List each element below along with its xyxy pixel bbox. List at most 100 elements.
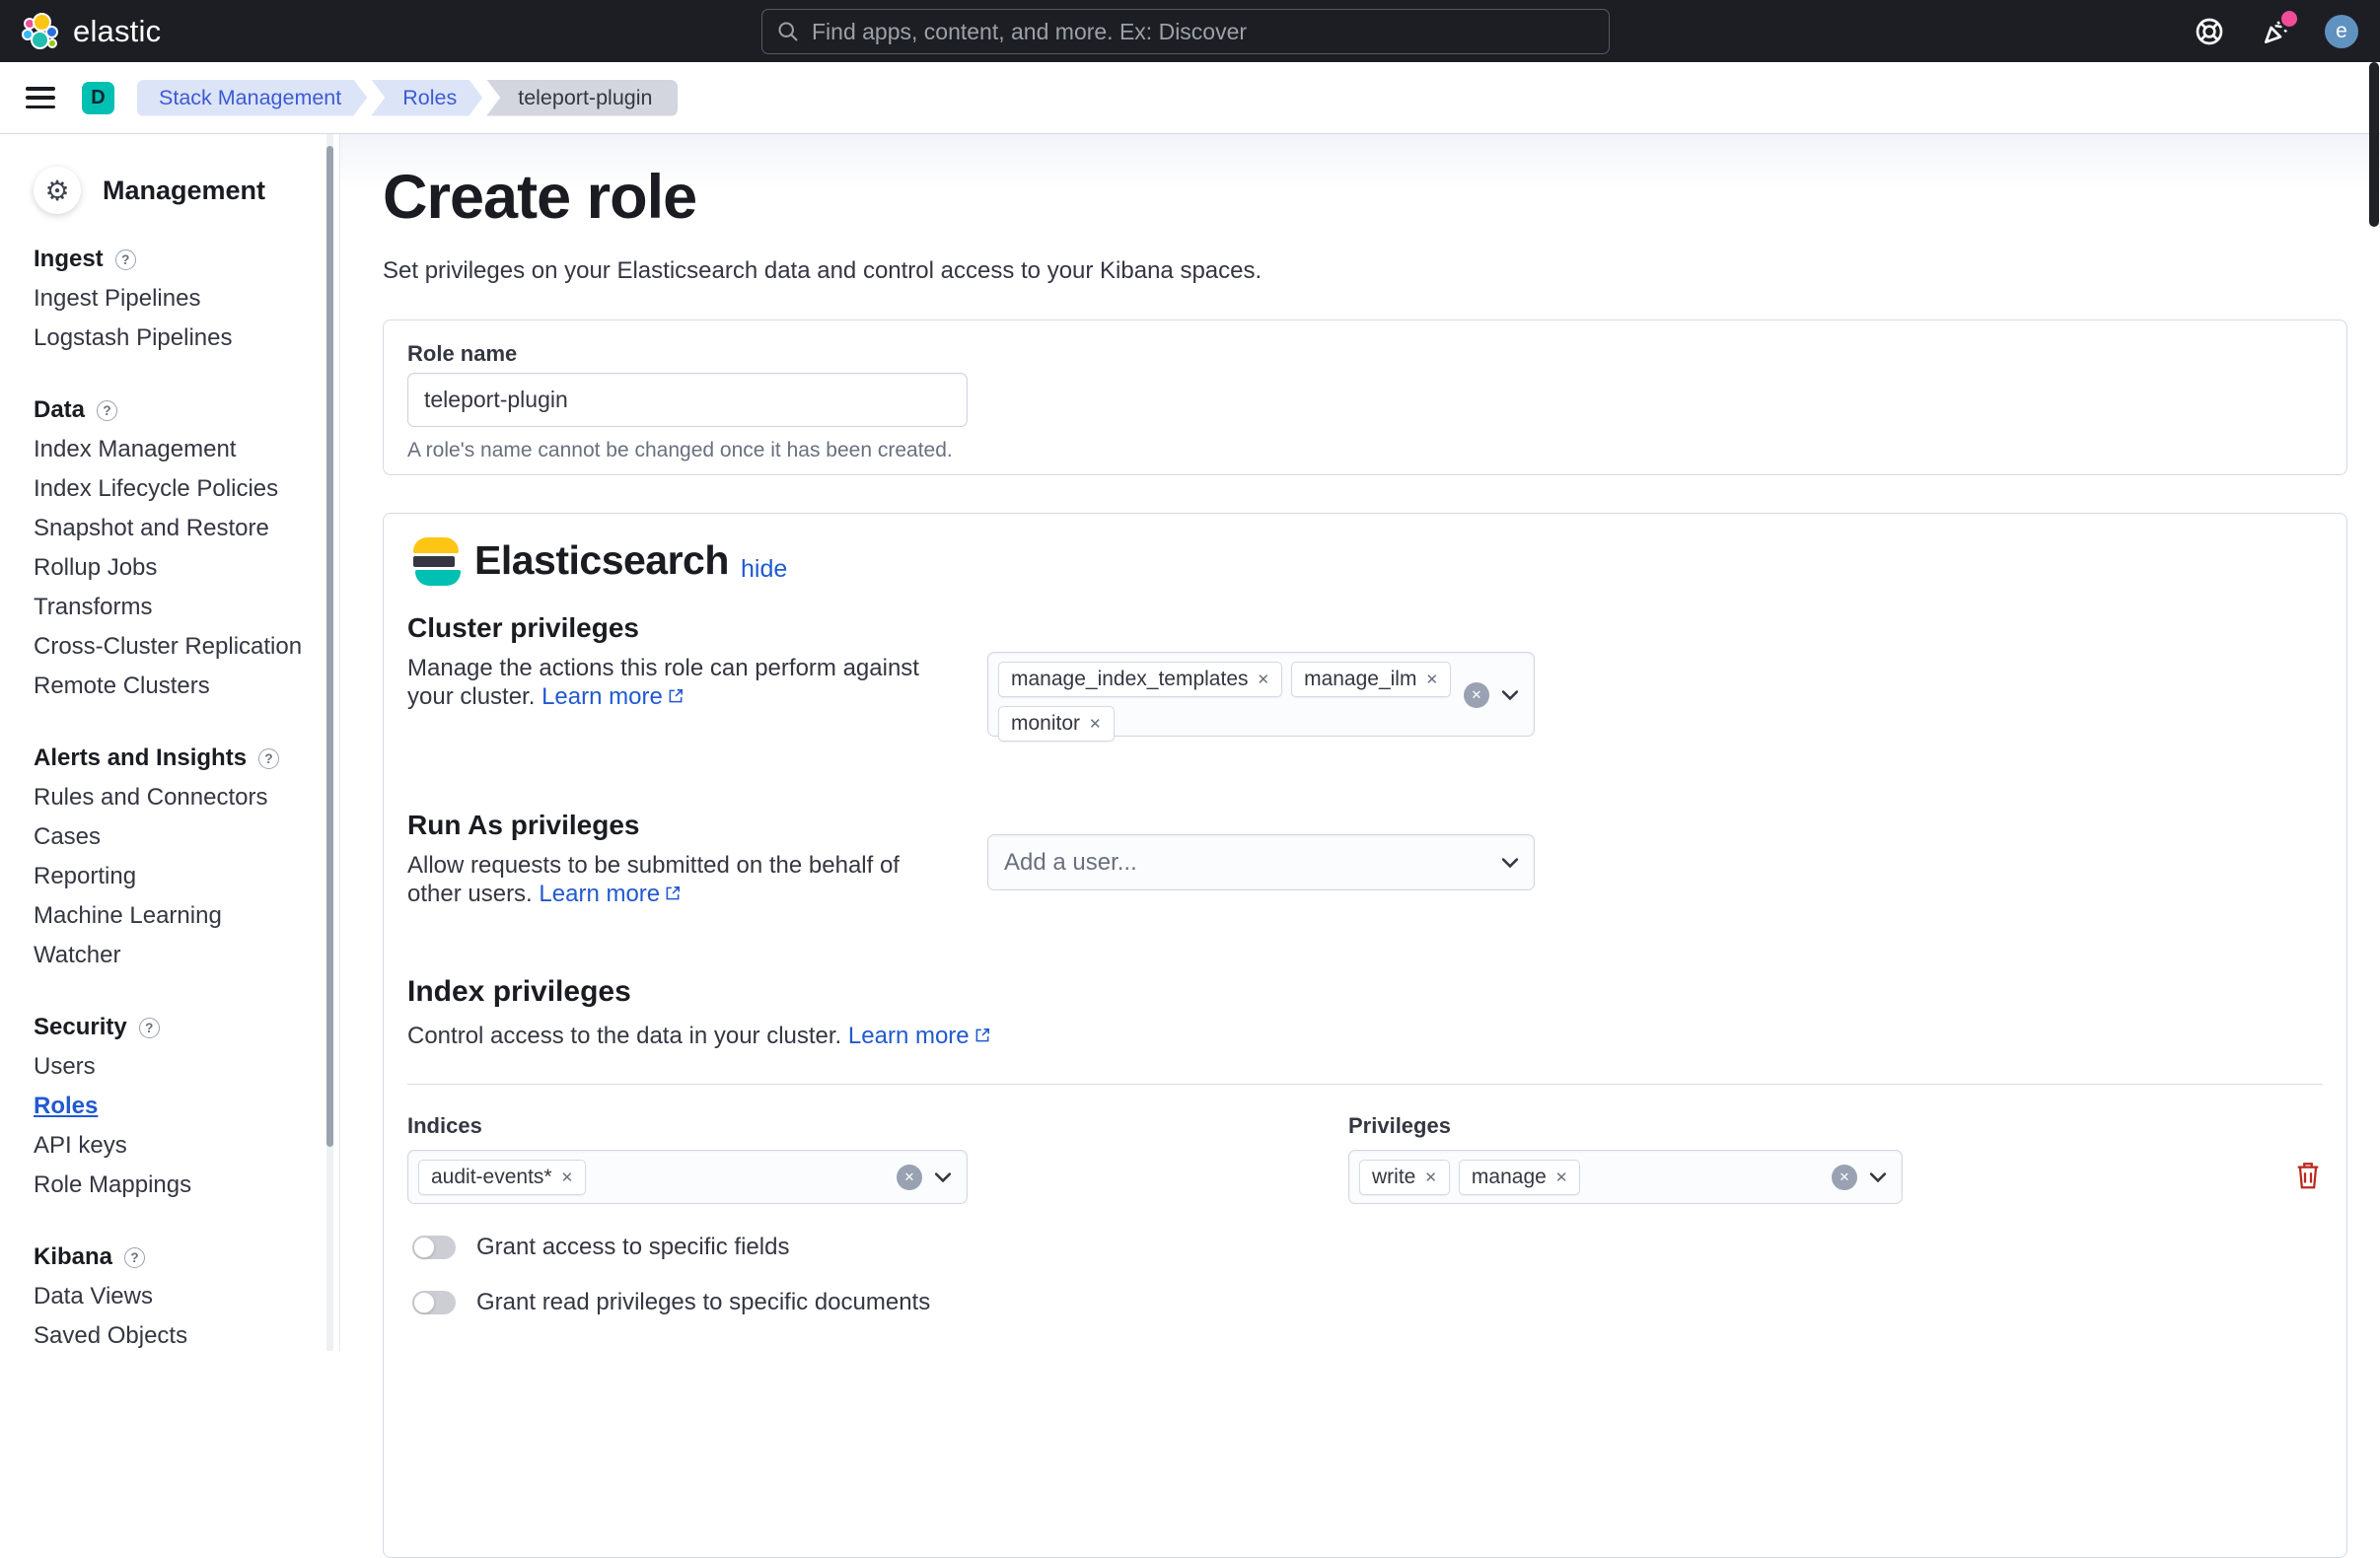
sidebar-item-rules-and-connectors[interactable]: Rules and Connectors xyxy=(34,778,315,817)
help-icon[interactable] xyxy=(2191,13,2228,50)
delete-index-privilege-icon[interactable] xyxy=(2293,1160,2323,1191)
remove-chip-icon[interactable]: ✕ xyxy=(561,1168,574,1186)
hide-link[interactable]: hide xyxy=(741,555,787,584)
grant-docs-toggle[interactable] xyxy=(412,1291,456,1314)
global-search-input[interactable] xyxy=(812,19,1595,45)
external-link-icon xyxy=(664,885,682,902)
indices-combobox[interactable]: audit-events*✕ ✕ xyxy=(407,1150,968,1204)
sidebar-item-cases[interactable]: Cases xyxy=(34,817,315,857)
chevron-down-icon[interactable] xyxy=(1867,1167,1889,1188)
page-subtitle: Set privileges on your Elasticsearch dat… xyxy=(383,257,1262,285)
cluster-privileges-combobox[interactable]: manage_index_templates✕ manage_ilm✕ moni… xyxy=(987,652,1535,737)
sidebar-title: Management xyxy=(103,176,265,206)
brand-name: elastic xyxy=(73,14,161,49)
top-app-bar: elastic xyxy=(0,0,2380,62)
external-link-icon xyxy=(974,1027,991,1044)
breadcrumb-roles[interactable]: Roles xyxy=(371,80,482,116)
clear-selection-icon[interactable]: ✕ xyxy=(1464,682,1489,708)
run-as-placeholder: Add a user... xyxy=(988,849,1499,877)
space-avatar[interactable]: D xyxy=(82,82,114,114)
role-name-input[interactable] xyxy=(407,373,968,427)
clear-selection-icon[interactable]: ✕ xyxy=(1832,1165,1857,1190)
sidebar-item-api-keys[interactable]: API keys xyxy=(34,1126,315,1166)
external-link-icon xyxy=(667,687,685,705)
sidebar-item-logstash-pipelines[interactable]: Logstash Pipelines xyxy=(34,319,315,358)
chip-manage-ilm[interactable]: manage_ilm✕ xyxy=(1291,662,1451,697)
sidebar-item-saved-objects[interactable]: Saved Objects xyxy=(34,1316,315,1356)
sidebar-item-roles[interactable]: Roles xyxy=(34,1087,315,1126)
gear-icon: ⚙ xyxy=(34,167,81,214)
chevron-down-icon[interactable] xyxy=(1499,852,1521,874)
privileges-label: Privileges xyxy=(1348,1113,1451,1139)
sidebar-item-users[interactable]: Users xyxy=(34,1047,315,1087)
help-circle-icon[interactable]: ? xyxy=(258,748,279,769)
remove-chip-icon[interactable]: ✕ xyxy=(1555,1168,1568,1186)
run-as-combobox[interactable]: Add a user... xyxy=(987,834,1535,890)
elastic-brand[interactable]: elastic xyxy=(0,13,161,50)
nav-section-security: Security ? xyxy=(34,1008,315,1047)
sidebar-item-cross-cluster-replication[interactable]: Cross-Cluster Replication xyxy=(34,627,315,667)
newsfeed-icon[interactable] xyxy=(2258,13,2295,50)
user-avatar[interactable]: e xyxy=(2325,15,2358,48)
index-privileges-description: Control access to the data in your clust… xyxy=(407,1022,1295,1050)
breadcrumb: Stack Management Roles teleport-plugin xyxy=(137,80,678,116)
nav-section-kibana: Kibana ? xyxy=(34,1238,315,1277)
help-circle-icon[interactable]: ? xyxy=(124,1247,145,1268)
grant-fields-toggle-row: Grant access to specific fields xyxy=(412,1234,789,1261)
chevron-down-icon[interactable] xyxy=(932,1167,954,1188)
indices-label: Indices xyxy=(407,1113,482,1139)
grant-fields-toggle[interactable] xyxy=(412,1236,456,1259)
help-circle-icon[interactable]: ? xyxy=(115,249,136,270)
elastic-logo-icon xyxy=(22,13,59,50)
sidebar-item-watcher[interactable]: Watcher xyxy=(34,936,315,975)
sidebar-item-machine-learning[interactable]: Machine Learning xyxy=(34,896,315,936)
chip-monitor[interactable]: monitor✕ xyxy=(998,706,1115,742)
search-icon xyxy=(776,20,800,43)
cluster-privileges-description: Manage the actions this role can perform… xyxy=(407,654,940,711)
chip-manage-index-templates[interactable]: manage_index_templates✕ xyxy=(998,662,1282,697)
sidebar-item-snapshot-and-restore[interactable]: Snapshot and Restore xyxy=(34,509,315,548)
privileges-combobox[interactable]: write✕ manage✕ ✕ xyxy=(1348,1150,1903,1204)
sidebar-item-data-views[interactable]: Data Views xyxy=(34,1277,315,1316)
remove-chip-icon[interactable]: ✕ xyxy=(1258,671,1270,688)
remove-chip-icon[interactable]: ✕ xyxy=(1425,671,1438,688)
menu-icon[interactable] xyxy=(26,87,55,108)
nav-section-data: Data ? xyxy=(34,390,315,430)
chip-manage[interactable]: manage✕ xyxy=(1459,1160,1580,1195)
sidebar-item-rollup-jobs[interactable]: Rollup Jobs xyxy=(34,548,315,588)
remove-chip-icon[interactable]: ✕ xyxy=(1089,715,1102,733)
global-search[interactable] xyxy=(761,9,1610,54)
run-as-privileges-description: Allow requests to be submitted on the be… xyxy=(407,851,940,908)
elasticsearch-logo-icon xyxy=(413,537,461,586)
elasticsearch-section-title: Elasticsearch xyxy=(474,537,729,584)
chip-write[interactable]: write✕ xyxy=(1359,1160,1450,1195)
help-circle-icon[interactable]: ? xyxy=(97,400,117,421)
remove-chip-icon[interactable]: ✕ xyxy=(1424,1168,1437,1186)
cluster-privileges-heading: Cluster privileges xyxy=(407,612,639,644)
breadcrumb-current-role: teleport-plugin xyxy=(486,80,678,116)
chip-audit-events[interactable]: audit-events*✕ xyxy=(418,1160,586,1195)
page-title: Create role xyxy=(383,162,696,233)
role-name-help: A role's name cannot be changed once it … xyxy=(407,439,953,462)
sidebar-item-index-lifecycle-policies[interactable]: Index Lifecycle Policies xyxy=(34,469,315,509)
elasticsearch-panel: Elasticsearch hide Cluster privileges Ma… xyxy=(383,513,2347,1558)
cluster-learn-more-link[interactable]: Learn more xyxy=(541,683,685,710)
help-circle-icon[interactable]: ? xyxy=(139,1018,160,1038)
clear-selection-icon[interactable]: ✕ xyxy=(897,1165,922,1190)
sidebar-item-remote-clusters[interactable]: Remote Clusters xyxy=(34,667,315,706)
sidebar-scrollbar-thumb[interactable] xyxy=(326,146,333,1147)
sidebar-item-role-mappings[interactable]: Role Mappings xyxy=(34,1166,315,1205)
index-learn-more-link[interactable]: Learn more xyxy=(848,1023,991,1049)
sidebar-item-transforms[interactable]: Transforms xyxy=(34,588,315,627)
nav-section-alerts-insights: Alerts and Insights ? xyxy=(34,739,315,778)
sidebar-item-index-management[interactable]: Index Management xyxy=(34,430,315,469)
sidebar-item-reporting[interactable]: Reporting xyxy=(34,857,315,896)
grant-docs-toggle-label: Grant read privileges to specific docume… xyxy=(476,1289,930,1316)
sidebar-item-ingest-pipelines[interactable]: Ingest Pipelines xyxy=(34,279,315,319)
index-privileges-heading: Index privileges xyxy=(407,975,631,1009)
run-as-learn-more-link[interactable]: Learn more xyxy=(539,881,682,907)
breadcrumb-stack-management[interactable]: Stack Management xyxy=(137,80,367,116)
chevron-down-icon[interactable] xyxy=(1499,684,1521,706)
page-scrollbar-thumb[interactable] xyxy=(2369,62,2379,227)
role-name-panel: Role name A role's name cannot be change… xyxy=(383,319,2347,475)
